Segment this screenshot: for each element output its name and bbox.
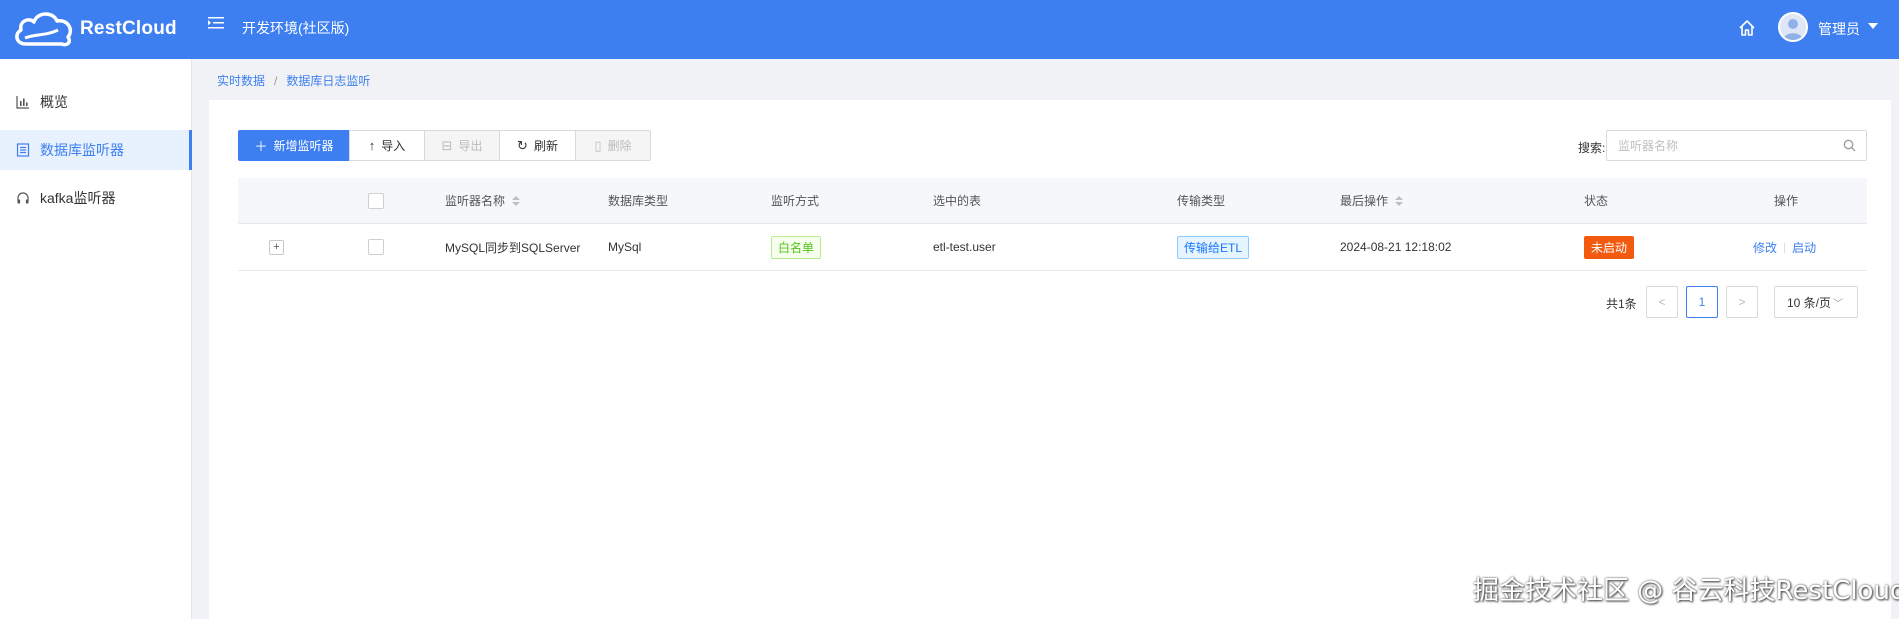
table-header: 监听器名称 数据库类型 监听方式 选中的表 传输类型 最后操作 状态 操作	[238, 178, 1867, 224]
sidebar-item-label: 数据库监听器	[40, 142, 124, 158]
caret-down-icon[interactable]	[1868, 23, 1878, 29]
cell-listen-mode: 白名单	[771, 224, 822, 270]
cell-tables: etl-test.user	[933, 240, 996, 254]
search-label: 搜索:	[1578, 141, 1606, 155]
headphones-icon	[16, 191, 30, 205]
search-box	[1606, 130, 1867, 161]
cell-status: 未启动	[1584, 224, 1635, 270]
sidebar-item-label: kafka监听器	[40, 190, 116, 206]
breadcrumb-separator: /	[274, 74, 278, 88]
column-header-actions: 操作	[1774, 194, 1799, 208]
sidebar: 概览 数据库监听器 kafka监听器	[0, 59, 192, 619]
cell-last-op: 2024-08-21 12:18:02	[1340, 240, 1452, 254]
refresh-label: 刷新	[533, 139, 558, 153]
column-header-last-op[interactable]: 最后操作	[1340, 178, 1404, 223]
expand-cell: +	[269, 224, 284, 270]
page-number-button[interactable]: 1	[1686, 286, 1718, 318]
toolbar: ＋ 新增监听器 ↑ 导入 ⊟ 导出 ↻ 刷新 ▯ 删除	[238, 130, 651, 161]
breadcrumb: 实时数据 / 数据库日志监听	[217, 72, 370, 89]
cell-name: MySQL同步到SQLServer	[445, 240, 581, 255]
delete-label: 删除	[607, 139, 632, 153]
edit-link[interactable]: 修改	[1753, 239, 1777, 256]
action-divider: |	[1783, 240, 1787, 254]
avatar[interactable]	[1778, 12, 1808, 42]
listen-mode-tag: 白名单	[771, 235, 822, 259]
next-page-button[interactable]: >	[1726, 286, 1758, 318]
import-button[interactable]: ↑ 导入	[349, 130, 425, 161]
delete-button[interactable]: ▯ 删除	[575, 130, 651, 161]
sort-icon[interactable]	[512, 195, 521, 206]
refresh-icon: ↻	[517, 137, 528, 153]
transfer-type-tag: 传输给ETL	[1177, 235, 1250, 259]
pagination-total: 共1条	[1606, 297, 1637, 311]
page-size-select[interactable]: 10 条/页 ﹀	[1774, 286, 1858, 318]
column-header-label: 最后操作	[1340, 194, 1389, 208]
column-header-name[interactable]: 监听器名称	[445, 178, 521, 223]
expand-row-icon[interactable]: +	[269, 239, 284, 255]
cell-transfer-type: 传输给ETL	[1177, 224, 1250, 270]
start-link[interactable]: 启动	[1792, 239, 1816, 256]
watermark: 掘金技术社区 @ 谷云科技RestCloud	[1473, 576, 1899, 606]
sidebar-item-kafka-listener[interactable]: kafka监听器	[0, 178, 192, 218]
chevron-down-icon: ﹀	[1833, 298, 1844, 310]
bar-chart-icon	[16, 95, 30, 109]
column-header-status: 状态	[1584, 194, 1609, 208]
cell-db-type: MySql	[608, 240, 642, 254]
trash-icon: ▯	[594, 137, 602, 153]
column-header-transfer-type: 传输类型	[1177, 194, 1226, 208]
column-header-listen-mode: 监听方式	[771, 194, 820, 208]
sidebar-item-db-listener[interactable]: 数据库监听器	[0, 130, 192, 170]
sidebar-item-overview[interactable]: 概览	[0, 82, 192, 122]
add-listener-label: 新增监听器	[273, 139, 334, 153]
logo-text: RestCloud	[80, 18, 177, 39]
search-icon[interactable]	[1843, 139, 1856, 152]
row-checkbox-cell	[368, 224, 384, 270]
sort-icon[interactable]	[1395, 195, 1404, 206]
breadcrumb-item-current[interactable]: 数据库日志监听	[286, 74, 370, 88]
status-badge: 未启动	[1584, 235, 1635, 259]
logo[interactable]: RestCloud	[12, 8, 177, 50]
arrow-up-icon: ↑	[368, 138, 376, 153]
breadcrumb-item-realtime[interactable]: 实时数据	[217, 74, 265, 88]
select-all-checkbox-cell	[368, 178, 384, 223]
chevron-left-icon: <	[1658, 295, 1666, 309]
export-button[interactable]: ⊟ 导出	[424, 130, 500, 161]
export-label: 导出	[458, 139, 483, 153]
list-icon	[16, 143, 30, 157]
search-input[interactable]	[1607, 131, 1827, 160]
page-size-value: 10 条/页	[1787, 295, 1832, 310]
cloud-logo-icon	[15, 12, 73, 47]
add-listener-button[interactable]: ＋ 新增监听器	[238, 130, 350, 161]
column-header-db-type: 数据库类型	[608, 194, 669, 208]
prev-page-button[interactable]: <	[1646, 286, 1678, 318]
refresh-button[interactable]: ↻ 刷新	[499, 130, 576, 161]
column-header-tables: 选中的表	[933, 194, 982, 208]
menu-toggle-icon[interactable]	[208, 16, 226, 34]
export-icon: ⊟	[441, 137, 453, 153]
cell-actions: 修改 | 启动	[1753, 224, 1816, 270]
user-name[interactable]: 管理员	[1818, 19, 1860, 39]
plus-icon: ＋	[254, 139, 268, 154]
table-row: + MySQL同步到SQLServer MySql 白名单 etl-test.u…	[238, 224, 1867, 271]
column-header-label: 监听器名称	[445, 194, 506, 208]
env-title: 开发环境(社区版)	[242, 20, 350, 36]
home-icon[interactable]	[1737, 18, 1757, 38]
top-header: RestCloud 开发环境(社区版) 管理员	[0, 0, 1899, 59]
sidebar-item-label: 概览	[40, 94, 68, 110]
select-all-checkbox[interactable]	[368, 192, 384, 209]
import-label: 导入	[381, 139, 406, 153]
row-checkbox[interactable]	[368, 239, 384, 255]
chevron-right-icon: >	[1738, 295, 1746, 309]
